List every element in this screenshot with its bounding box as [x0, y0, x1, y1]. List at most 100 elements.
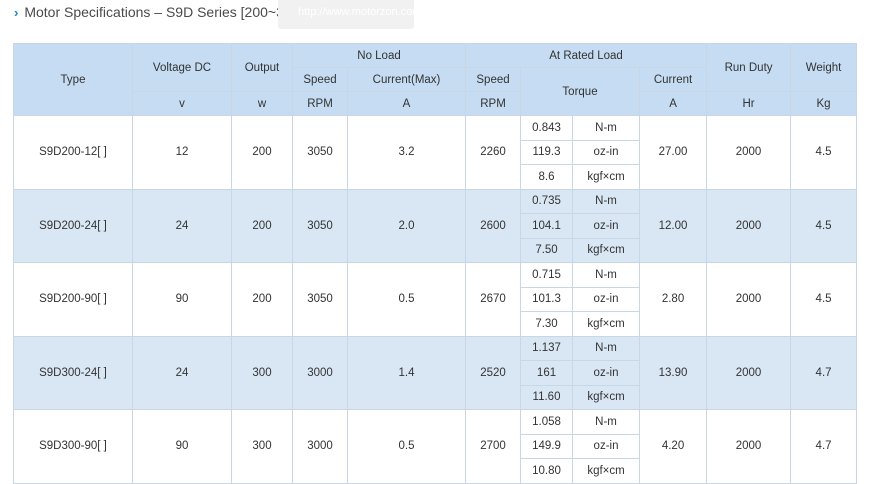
- cell-rated-current: 12.00: [639, 188, 708, 263]
- cell-weight: 4.5: [790, 115, 858, 190]
- cell-output: 300: [231, 409, 293, 484]
- cell-rated-speed: 2520: [465, 335, 522, 410]
- cell-no-load-speed: 3000: [292, 335, 348, 410]
- cell-torque-unit: oz-in: [572, 139, 641, 165]
- unit-run-duty: Hr: [706, 91, 792, 116]
- unit-no-load-current: A: [346, 91, 467, 116]
- cell-run-duty: 2000: [706, 188, 792, 263]
- cell-weight: 4.5: [790, 188, 858, 263]
- cell-no-load-current: 1.4: [346, 335, 467, 410]
- cell-run-duty: 2000: [706, 115, 792, 190]
- cell-type: S9D300-90[ ]: [13, 409, 133, 484]
- cell-torque-unit: kgf×cm: [572, 164, 641, 190]
- cell-rated-current: 4.20: [639, 409, 708, 484]
- cell-torque-value: 0.715: [520, 262, 574, 288]
- header-rated-current: Current: [639, 67, 708, 92]
- header-no-load-current: Current(Max): [346, 67, 467, 92]
- cell-torque-value: 149.9: [520, 433, 574, 459]
- table-row: S9D200-12[ ] 12 200 3050 3.2 2260 0.843 N-m 27.0…: [13, 115, 858, 190]
- cell-run-duty: 2000: [706, 335, 792, 410]
- cell-no-load-speed: 3050: [292, 262, 348, 337]
- cell-type: S9D200-24[ ]: [13, 188, 133, 263]
- cell-torque-value: 104.1: [520, 213, 574, 239]
- cell-output: 200: [231, 262, 293, 337]
- cell-weight: 4.7: [790, 335, 858, 410]
- cell-run-duty: 2000: [706, 262, 792, 337]
- header-torque: Torque: [520, 67, 641, 116]
- cell-no-load-current: 3.2: [346, 115, 467, 190]
- cell-torque-value: 1.137: [520, 335, 574, 361]
- cell-voltage: 90: [132, 262, 232, 337]
- cell-no-load-speed: 3050: [292, 115, 348, 190]
- unit-voltage: v: [132, 91, 232, 116]
- header-output: Output: [231, 43, 293, 92]
- header-rated-speed: Speed: [465, 67, 522, 92]
- cell-torque-value: 1.058: [520, 409, 574, 435]
- table-row: S9D300-90[ ] 90 300 3000 0.5 2700 1.058 N-m 4.20…: [13, 409, 858, 484]
- cell-torque-unit: kgf×cm: [572, 458, 641, 484]
- cell-torque-unit: kgf×cm: [572, 384, 641, 410]
- cell-torque-value: 161: [520, 360, 574, 386]
- unit-no-load-speed: RPM: [292, 91, 348, 116]
- cell-output: 200: [231, 115, 293, 190]
- cell-torque-value: 7.50: [520, 237, 574, 263]
- cell-no-load-speed: 3050: [292, 188, 348, 263]
- cell-torque-value: 101.3: [520, 286, 574, 312]
- cell-voltage: 24: [132, 335, 232, 410]
- cell-torque-value: 119.3: [520, 139, 574, 165]
- cell-torque-unit: N-m: [572, 188, 641, 214]
- cell-torque-unit: N-m: [572, 262, 641, 288]
- url-tooltip: http://www.motorzon.com: [278, 0, 422, 29]
- cell-type: S9D200-90[ ]: [13, 262, 133, 337]
- cell-torque-unit: kgf×cm: [572, 311, 641, 337]
- table-row: S9D300-24[ ] 24 300 3000 1.4 2520 1.137 N-m 13.9…: [13, 335, 858, 410]
- cell-rated-speed: 2700: [465, 409, 522, 484]
- table-row: S9D200-90[ ] 90 200 3050 0.5 2670 0.715 N-m 2.80…: [13, 262, 858, 337]
- cell-output: 200: [231, 188, 293, 263]
- cell-voltage: 24: [132, 188, 232, 263]
- header-no-load: No Load: [291, 43, 467, 68]
- heading-text: Motor Specifications – S9D Series [200~3…: [24, 4, 318, 20]
- cell-torque-unit: oz-in: [572, 286, 641, 312]
- cell-torque-unit: oz-in: [572, 433, 641, 459]
- unit-weight: Kg: [790, 91, 858, 116]
- cell-no-load-current: 0.5: [346, 262, 467, 337]
- cell-torque-unit: N-m: [572, 115, 641, 141]
- cell-rated-speed: 2260: [465, 115, 522, 190]
- spec-table-body: S9D200-12[ ] 12 200 3050 3.2 2260 0.843 N-m 27.0…: [13, 115, 858, 484]
- cell-torque-unit: N-m: [572, 335, 641, 361]
- cell-rated-speed: 2600: [465, 188, 522, 263]
- cell-weight: 4.7: [790, 409, 858, 484]
- cell-torque-value: 0.843: [520, 115, 574, 141]
- cell-torque-value: 11.60: [520, 384, 574, 410]
- cell-no-load-current: 2.0: [346, 188, 467, 263]
- cell-weight: 4.5: [790, 262, 858, 337]
- cell-torque-unit: N-m: [572, 409, 641, 435]
- cell-rated-current: 13.90: [639, 335, 708, 410]
- cell-no-load-speed: 3000: [292, 409, 348, 484]
- header-run-duty: Run Duty: [706, 43, 792, 92]
- cell-rated-speed: 2670: [465, 262, 522, 337]
- header-weight: Weight: [790, 43, 858, 92]
- tooltip-text: http://www.motorzon.com: [298, 6, 422, 18]
- header-type: Type: [13, 43, 133, 116]
- header-rated-load: At Rated Load: [465, 43, 708, 68]
- section-heading: › Motor Specifications – S9D Series [200…: [14, 4, 317, 20]
- spec-table: Type Voltage DC Output No Load At Rated …: [13, 43, 858, 484]
- unit-output: w: [231, 91, 293, 116]
- cell-torque-value: 10.80: [520, 458, 574, 484]
- cell-type: S9D200-12[ ]: [13, 115, 133, 190]
- header-voltage: Voltage DC: [132, 43, 232, 92]
- chevron-right-icon: ›: [14, 4, 19, 20]
- unit-rated-speed: RPM: [465, 91, 522, 116]
- cell-voltage: 12: [132, 115, 232, 190]
- cell-run-duty: 2000: [706, 409, 792, 484]
- cell-torque-value: 7.30: [520, 311, 574, 337]
- cell-rated-current: 2.80: [639, 262, 708, 337]
- cell-torque-unit: oz-in: [572, 360, 641, 386]
- unit-rated-current: A: [639, 91, 708, 116]
- header-no-load-speed: Speed: [292, 67, 348, 92]
- cell-voltage: 90: [132, 409, 232, 484]
- table-row: S9D200-24[ ] 24 200 3050 2.0 2600 0.735 N-m 12.0…: [13, 188, 858, 263]
- cell-no-load-current: 0.5: [346, 409, 467, 484]
